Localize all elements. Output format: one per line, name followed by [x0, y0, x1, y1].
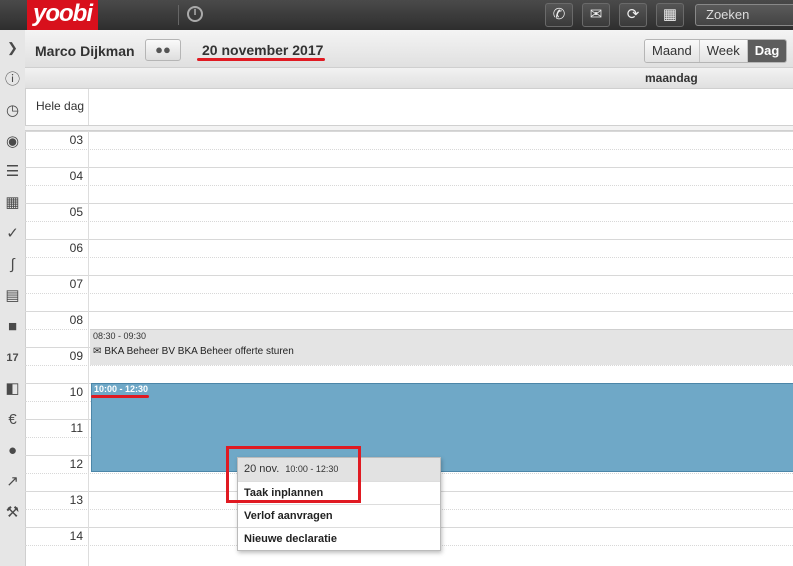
hour-label: 03	[69, 133, 83, 147]
view-month-button[interactable]: Maand	[645, 40, 700, 62]
annotation-underline-time	[91, 395, 149, 398]
wrench-icon[interactable]: ⚒	[1, 502, 24, 524]
hour-label: 06	[69, 241, 83, 255]
moneybag-icon[interactable]: €	[1, 409, 24, 431]
clipboard-icon[interactable]: ✓	[1, 223, 24, 245]
view-week-button[interactable]: Week	[699, 40, 748, 62]
calendar-header: Marco Dijkman ●● 20 november 2017 Maand …	[25, 30, 793, 68]
hour-label: 09	[69, 349, 83, 363]
envelope-icon: ✉	[93, 346, 102, 357]
contacts-icon[interactable]: ▦	[656, 3, 684, 27]
hour-row[interactable]: 03	[25, 131, 793, 167]
day-name: maandag	[645, 71, 698, 85]
event-time: 10:00 - 12:30	[94, 384, 149, 394]
date-title: 20 november 2017	[202, 42, 324, 58]
menu-item-request-leave[interactable]: Verlof aanvragen	[238, 504, 440, 526]
user-name: Marco Dijkman	[35, 43, 135, 59]
hour-row[interactable]: 07	[25, 275, 793, 311]
left-sidebar: ❯ ⓘ ◷ ◉ ☰ ▦ ✓ ∫ ▤ ■ 17 ◧ € ● ↗ ⚒	[0, 30, 26, 566]
select-user-button[interactable]: ●●	[145, 39, 181, 61]
calendar-event-selection[interactable]: 10:00 - 12:30	[91, 383, 793, 472]
hour-row[interactable]: 04	[25, 167, 793, 203]
hour-label: 10	[69, 385, 83, 399]
calendar-event[interactable]: 08:30 - 09:30 ✉ BKA Beheer BV BKA Beheer …	[90, 329, 793, 365]
menu-item-new-expense[interactable]: Nieuwe declaratie	[238, 527, 440, 549]
calendar-17-icon[interactable]: 17	[1, 347, 24, 369]
users-icon[interactable]: ●	[1, 440, 24, 462]
allday-row[interactable]: Hele dag	[25, 89, 793, 126]
event-title: BKA Beheer BV BKA Beheer offerte sturen	[104, 346, 294, 357]
yoobi-logo[interactable]: yoobi	[27, 0, 98, 30]
annotation-underline-date	[197, 58, 325, 61]
phone-icon[interactable]: ✆	[545, 3, 573, 27]
annotation-highlight-box	[226, 446, 361, 503]
clock-icon[interactable]: ◷	[1, 100, 24, 122]
piggybank-icon[interactable]: ◉	[1, 131, 24, 153]
hour-label: 14	[69, 529, 83, 543]
chart-icon[interactable]: ↗	[1, 471, 24, 493]
allday-label: Hele dag	[36, 99, 85, 113]
box-icon[interactable]: ■	[1, 316, 24, 338]
toolbar-divider	[178, 5, 179, 25]
hour-label: 11	[70, 421, 83, 435]
view-day-button[interactable]: Dag	[747, 40, 787, 62]
day-column-header: maandag	[25, 68, 793, 89]
hour-label: 05	[69, 205, 83, 219]
mail-icon[interactable]: ✉	[582, 3, 610, 27]
addressbook-icon[interactable]: ◧	[1, 378, 24, 400]
hour-label: 12	[69, 457, 83, 471]
info-icon[interactable]	[187, 6, 203, 22]
column-divider	[88, 131, 89, 566]
refresh-icon[interactable]: ⟳	[619, 3, 647, 27]
hour-label: 04	[69, 169, 83, 183]
view-switch: Maand Week Dag	[644, 39, 788, 63]
event-time: 08:30 - 09:30	[93, 331, 147, 341]
expand-icon[interactable]: ❯	[1, 37, 24, 59]
hour-row[interactable]: 06	[25, 239, 793, 275]
users-icon: ●●	[155, 42, 171, 57]
top-bar: yoobi ✆ ✉ ⟳ ▦ Zoeken	[0, 0, 793, 30]
hour-label: 07	[69, 277, 83, 291]
coins-icon[interactable]: ☰	[1, 161, 24, 183]
hour-label: 08	[69, 313, 83, 327]
archive-icon[interactable]: ▤	[1, 285, 24, 307]
column-divider	[88, 89, 89, 125]
hour-row[interactable]: 05	[25, 203, 793, 239]
hour-label: 13	[69, 493, 83, 507]
search-input[interactable]: Zoeken	[695, 4, 793, 26]
paperclip-icon[interactable]: ∫	[1, 254, 24, 276]
info-icon[interactable]: ⓘ	[1, 69, 24, 91]
calendar-icon[interactable]: ▦	[1, 192, 24, 214]
